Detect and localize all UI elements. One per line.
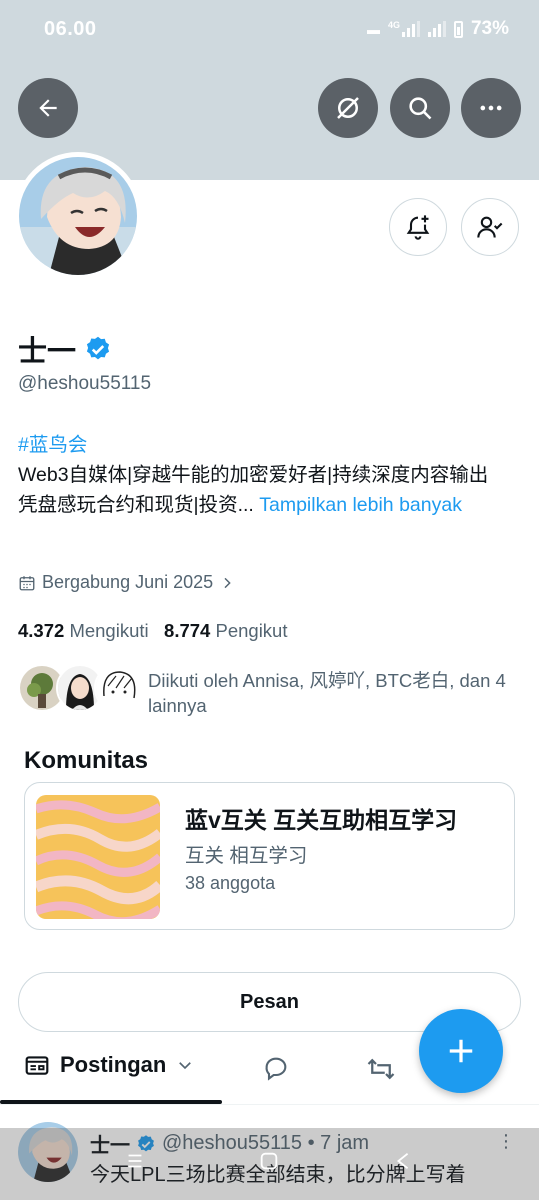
bio-hashtag[interactable]: #蓝鸟会 [18, 430, 523, 460]
back-nav-icon [396, 1152, 409, 1170]
grok-button[interactable] [318, 78, 378, 138]
recent-apps-button[interactable] [124, 1150, 146, 1177]
repost-icon [367, 1058, 395, 1080]
joined-date[interactable]: Bergabung Juni 2025 [18, 572, 235, 593]
signal-icon [427, 21, 446, 37]
search-icon [409, 97, 432, 120]
profile-bio: #蓝鸟会 Web3自媒体|穿越牛能的加密爱好者|持续深度内容输出 凭盘感玩合约和… [18, 430, 523, 520]
reply-icon [265, 1057, 287, 1081]
community-section-title: Komunitas [24, 747, 149, 774]
back-button[interactable] [18, 78, 78, 138]
home-icon [260, 1152, 278, 1170]
avatar-image [19, 157, 137, 275]
compose-fab[interactable] [419, 1009, 503, 1093]
chevron-down-icon [179, 1062, 192, 1070]
status-bar: 06.00 ▬ 4G 73% [0, 0, 539, 58]
bio-line-2: 凭盘感玩合约和现货|投资... Tampilkan lebih banyak [18, 494, 462, 516]
more-button[interactable] [461, 78, 521, 138]
plus-icon [449, 1039, 473, 1063]
status-time: 06.00 [44, 18, 97, 40]
following-stat[interactable]: 4.372 Mengikuti [18, 620, 149, 641]
community-name: 蓝v互关 互关互助相互学习 [185, 807, 458, 833]
community-image [36, 795, 160, 919]
calendar-icon [19, 575, 35, 590]
recent-apps-icon [128, 1154, 142, 1168]
mobile-signal-icon: 4G [388, 21, 420, 37]
status-icons: ▬ 4G 73% [367, 18, 509, 40]
followed-by-text: Diikuti oleh Annisa, 风婷吖, BTC老白, dan 4 l… [148, 670, 506, 716]
posts-icon [25, 1056, 49, 1075]
tab-posts[interactable]: Postingan [24, 1052, 194, 1078]
tab-replies[interactable] [262, 1054, 290, 1087]
more-icon [480, 105, 502, 111]
followers-stat[interactable]: 8.774 Pengikut [164, 620, 287, 641]
notification-subscribe-button[interactable] [389, 198, 447, 256]
bio-line-1: Web3自媒体|穿越牛能的加密爱好者|持续深度内容输出 [18, 464, 489, 486]
battery-icon [453, 20, 463, 38]
followed-by-row[interactable]: Diikuti oleh Annisa, 风婷吖, BTC老白, dan 4 l… [18, 664, 523, 718]
back-nav-button[interactable] [392, 1150, 414, 1177]
battery-level: 73% [470, 18, 509, 39]
profile-name: 士一 [18, 328, 112, 370]
verified-badge-icon[interactable] [84, 335, 112, 363]
home-button[interactable] [258, 1150, 280, 1177]
tab-reposts[interactable] [366, 1054, 396, 1089]
back-arrow-icon [39, 99, 57, 117]
follow-stats: 4.372 Mengikuti 8.774 Pengikut [18, 620, 287, 642]
profile-avatar[interactable] [14, 152, 142, 280]
community-card[interactable]: 蓝v互关 互关互助相互学习 互关 相互学习 38 anggota [24, 782, 515, 930]
follower-avatar-3 [94, 664, 142, 712]
community-members: 38 anggota [185, 873, 276, 893]
bell-plus-icon [406, 215, 430, 240]
chevron-right-icon [224, 577, 231, 588]
mute-icon: ▬ [366, 21, 380, 37]
profile-handle: @heshou55115 [18, 373, 152, 394]
search-button[interactable] [390, 78, 450, 138]
following-button[interactable] [461, 198, 519, 256]
community-tags: 互关 相互学习 [185, 845, 308, 867]
system-nav-bar [0, 1128, 539, 1200]
user-check-icon [477, 216, 503, 238]
grok-icon [337, 97, 359, 119]
show-more-link[interactable]: Tampilkan lebih banyak [259, 494, 462, 516]
